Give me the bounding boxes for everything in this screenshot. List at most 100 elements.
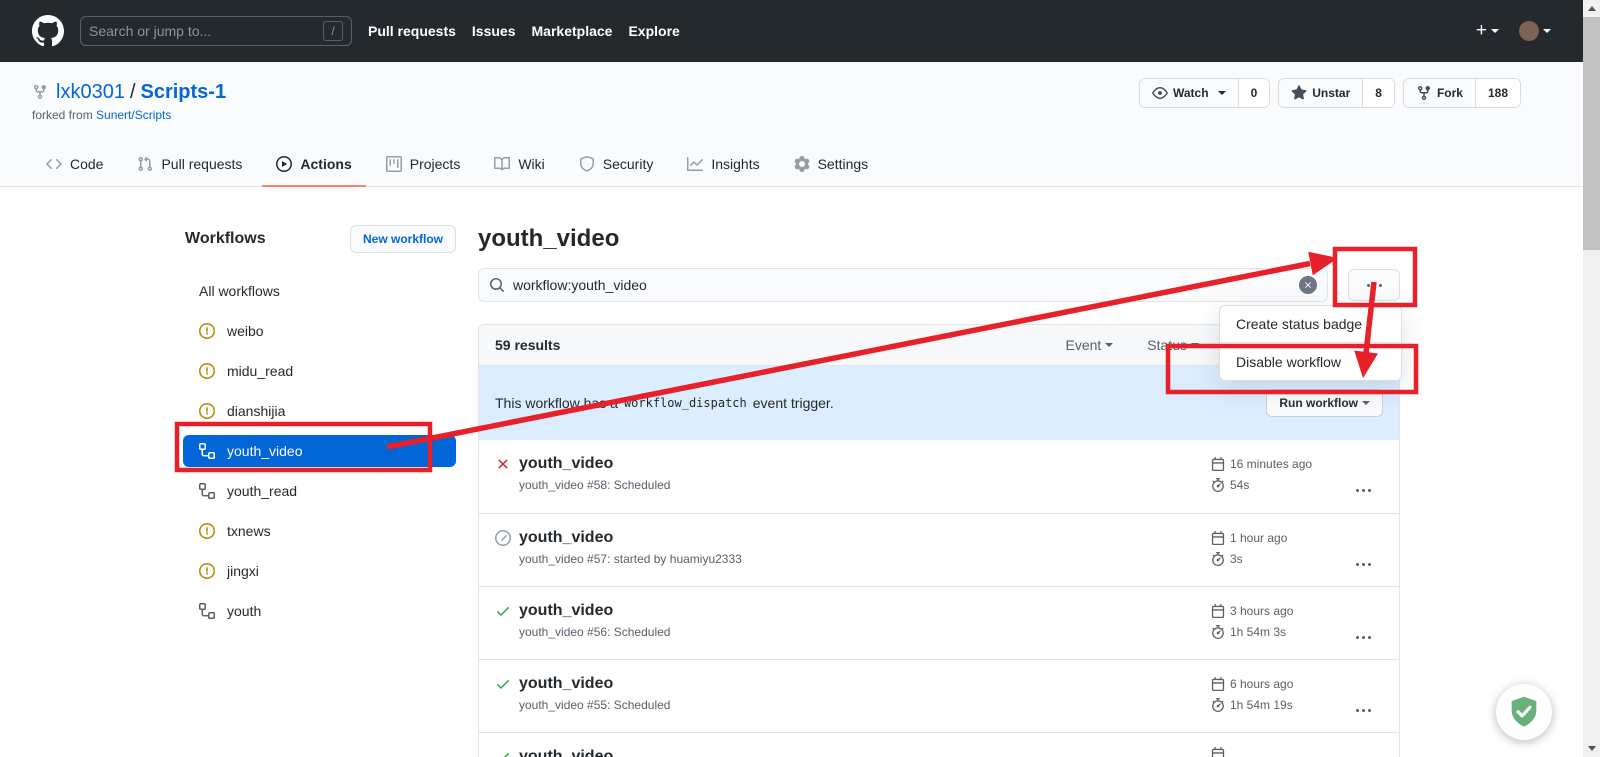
menu-item-create-status-badge[interactable]: Create status badge (1220, 308, 1401, 340)
tab-pull-requests[interactable]: Pull requests (123, 142, 256, 187)
event-filter-dropdown[interactable]: Event (1065, 337, 1113, 353)
run-success-icon (495, 676, 511, 732)
sidebar-item-dianshijia[interactable]: dianshijia (183, 395, 456, 427)
global-search[interactable]: / (80, 16, 352, 46)
scrollbar-down-arrow[interactable] (1583, 740, 1600, 757)
sidebar-item-all-workflows[interactable]: All workflows (183, 275, 456, 307)
tab-settings[interactable]: Settings (780, 142, 883, 187)
nav-marketplace[interactable]: Marketplace (532, 23, 613, 39)
workflow-options-button[interactable] (1348, 269, 1400, 301)
repo-header: lxk0301 / Scripts-1 forked from Sunert/S… (0, 62, 1583, 187)
repo-owner-link[interactable]: lxk0301 (56, 79, 125, 105)
vertical-scrollbar[interactable] (1583, 0, 1600, 757)
chevron-down-icon (1105, 343, 1113, 351)
run-options-button[interactable] (1343, 688, 1383, 732)
sidebar-item-label: jingxi (227, 563, 259, 579)
sidebar-item-label: weibo (227, 323, 264, 339)
run-title-link[interactable]: youth_video (519, 528, 742, 548)
sidebar-item-txnews[interactable]: txnews (183, 515, 456, 547)
repo-name-link[interactable]: Scripts-1 (141, 79, 227, 105)
sidebar-item-youth-read[interactable]: youth_read (183, 475, 456, 507)
scrollbar-thumb[interactable] (1583, 17, 1600, 250)
tab-actions[interactable]: Actions (262, 142, 365, 187)
tab-label: Code (70, 156, 103, 172)
runs-filter-input[interactable] (513, 277, 1291, 293)
results-count: 59 results (495, 337, 560, 353)
tab-label: Insights (711, 156, 759, 172)
nav-explore[interactable]: Explore (628, 23, 679, 39)
sidebar-item-youth[interactable]: youth (183, 595, 456, 627)
sidebar-item-label: youth_read (227, 483, 297, 499)
status-filter-dropdown[interactable]: Status (1147, 337, 1199, 353)
run-title-link[interactable]: youth_video (519, 601, 670, 621)
run-options-button[interactable] (1343, 615, 1383, 659)
tab-security[interactable]: Security (565, 142, 668, 187)
sidebar-item-weibo[interactable]: weibo (183, 315, 456, 347)
sidebar-item-label: youth_video (227, 443, 303, 459)
workflows-title: Workflows (185, 230, 266, 248)
run-title-link[interactable]: youth_video (519, 454, 670, 474)
sidebar-item-midu-read[interactable]: midu_read (183, 355, 456, 387)
chevron-down-icon (1218, 91, 1226, 99)
run-row: youth_video youth_video #56: Scheduled 3… (479, 586, 1399, 659)
warning-icon (199, 323, 215, 339)
clear-filter-button[interactable] (1299, 276, 1317, 294)
run-workflow-button[interactable]: Run workflow (1266, 389, 1383, 417)
menu-separator (1220, 342, 1401, 343)
run-description: youth_video #58: Scheduled (519, 478, 670, 492)
run-options-button[interactable] (1343, 542, 1383, 586)
run-workflow-label: Run workflow (1279, 396, 1358, 410)
tab-wiki[interactable]: Wiki (480, 142, 558, 187)
sidebar-header: Workflows New workflow (183, 225, 456, 253)
warning-icon (199, 563, 215, 579)
down-arrow-icon (1588, 746, 1596, 755)
create-new-menu[interactable]: + (1476, 20, 1499, 42)
run-time: 16 minutes ago (1230, 454, 1312, 474)
nav-right: + (1476, 20, 1551, 42)
new-workflow-button[interactable]: New workflow (350, 225, 456, 253)
fork-source-link[interactable]: Sunert/Scripts (96, 108, 171, 122)
up-arrow-icon (1588, 2, 1596, 11)
tab-code[interactable]: Code (32, 142, 117, 187)
watch-count[interactable]: 0 (1238, 79, 1270, 107)
sidebar-item-label: txnews (227, 523, 271, 539)
run-time: 6 hours ago (1230, 674, 1293, 694)
watch-button[interactable]: Watch (1140, 79, 1238, 107)
runs-filter[interactable] (478, 268, 1328, 302)
nav-pull-requests[interactable]: Pull requests (368, 23, 456, 39)
run-success-icon (495, 749, 511, 757)
scrollbar-up-arrow[interactable] (1583, 0, 1600, 17)
fork-count[interactable]: 188 (1475, 79, 1520, 107)
nav-issues[interactable]: Issues (472, 23, 516, 39)
tab-insights[interactable]: Insights (673, 142, 773, 187)
menu-item-disable-workflow[interactable]: Disable workflow (1220, 346, 1401, 378)
unstar-button[interactable]: Unstar (1279, 79, 1362, 107)
run-title-link[interactable]: youth_video (519, 747, 613, 757)
tab-label: Projects (410, 156, 461, 172)
fork-label: Fork (1437, 87, 1463, 99)
github-logo-icon[interactable] (32, 15, 64, 47)
run-description: youth_video #57: started by huamiyu2333 (519, 552, 742, 566)
calendar-icon (1211, 747, 1225, 757)
adguard-extension-badge[interactable] (1496, 684, 1552, 740)
sidebar-item-jingxi[interactable]: jingxi (183, 555, 456, 587)
run-options-button[interactable] (1343, 468, 1383, 513)
run-row-partial: youth_video (479, 732, 1399, 757)
run-row: youth_video youth_video #58: Scheduled 1… (479, 440, 1399, 513)
stopwatch-icon (1211, 698, 1225, 712)
global-search-input[interactable] (89, 23, 323, 39)
chevron-down-icon (1362, 401, 1370, 409)
fork-button[interactable]: Fork (1404, 79, 1475, 107)
run-title-link[interactable]: youth_video (519, 674, 670, 694)
run-row: youth_video youth_video #57: started by … (479, 513, 1399, 586)
sidebar-item-youth-video[interactable]: youth_video (183, 435, 456, 467)
run-success-icon (495, 603, 511, 659)
tab-label: Wiki (518, 156, 544, 172)
repo-action-buttons: Watch 0 Unstar 8 Fork 188 (1139, 78, 1521, 108)
stopwatch-icon (1211, 552, 1225, 566)
run-cancelled-icon (495, 530, 511, 586)
tab-projects[interactable]: Projects (372, 142, 475, 187)
star-count[interactable]: 8 (1362, 79, 1394, 107)
sidebar-item-label: All workflows (199, 283, 280, 299)
user-menu[interactable] (1519, 21, 1551, 41)
